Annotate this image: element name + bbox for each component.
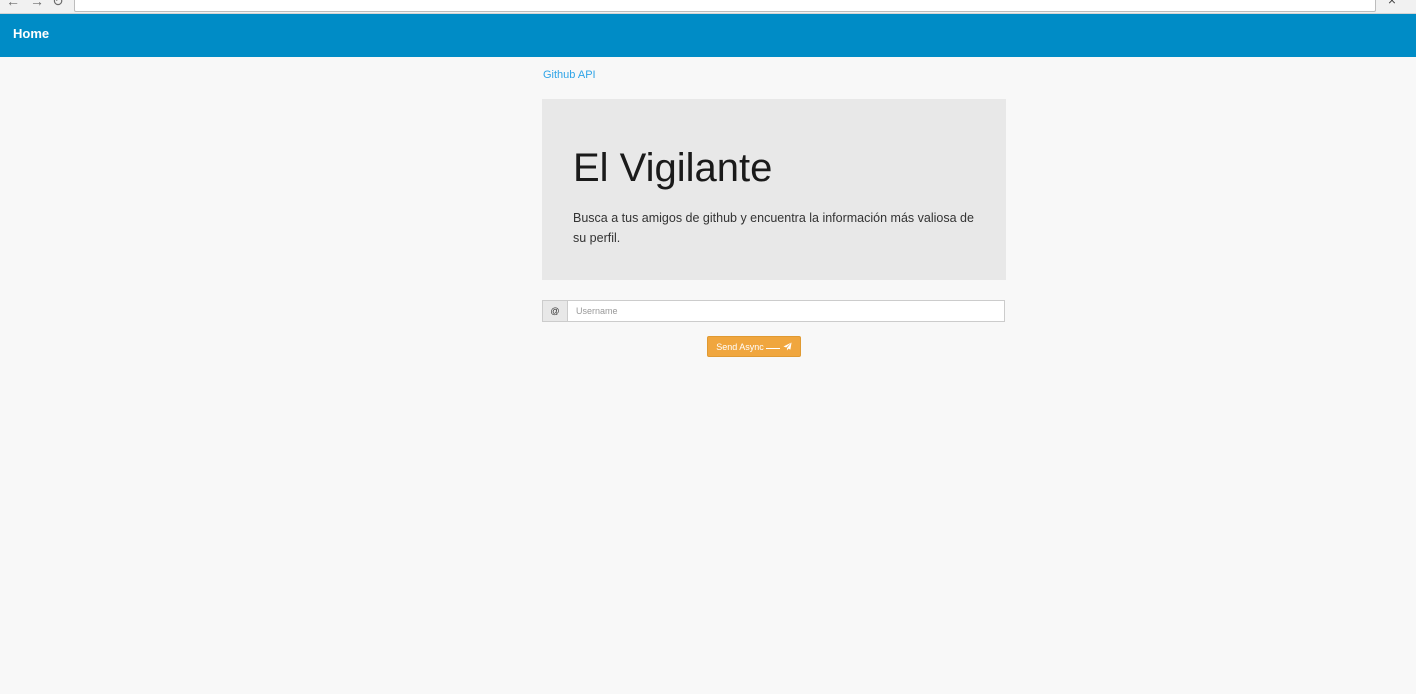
send-async-button[interactable]: Send Async	[707, 336, 801, 357]
paper-plane-icon	[783, 338, 792, 359]
page-title: El Vigilante	[573, 146, 773, 190]
forward-arrow-icon[interactable]: →	[30, 0, 44, 9]
back-arrow-icon[interactable]: ←	[6, 0, 20, 9]
page-description: Busca a tus amigos de github y encuentra…	[573, 211, 974, 245]
github-api-link[interactable]: Github API	[543, 69, 596, 81]
username-input[interactable]	[567, 300, 1005, 322]
browser-toolbar: ← → ↻ ×	[0, 0, 1416, 14]
reload-icon[interactable]: ↻	[52, 0, 64, 10]
close-icon[interactable]: ×	[1388, 0, 1396, 8]
at-sign-addon: @	[542, 300, 567, 322]
username-input-group: @	[542, 300, 1006, 322]
top-navbar: Home	[0, 14, 1416, 57]
send-button-label: Send Async	[716, 342, 764, 352]
button-underline	[765, 342, 780, 349]
hero-jumbotron: El Vigilante Busca a tus amigos de githu…	[542, 99, 1006, 280]
nav-home-link[interactable]: Home	[13, 26, 49, 41]
address-bar[interactable]	[74, 0, 1376, 12]
